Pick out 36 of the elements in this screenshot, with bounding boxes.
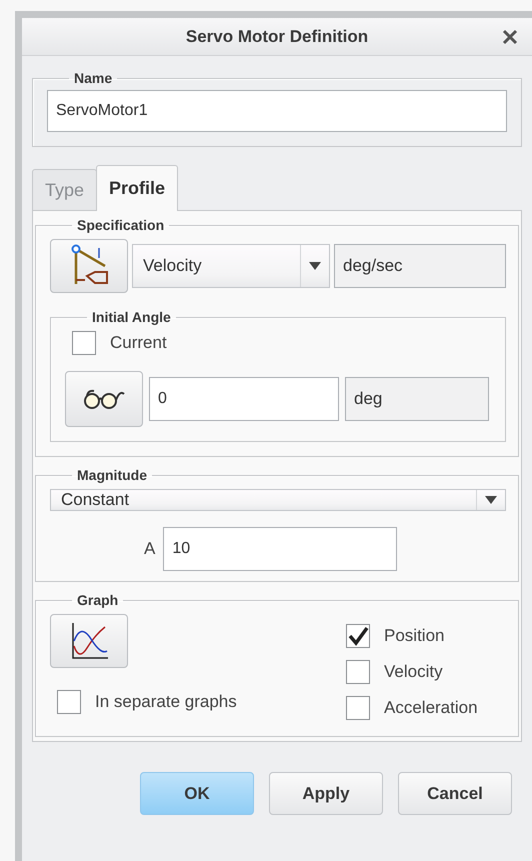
measure-button[interactable] (65, 371, 143, 427)
name-field[interactable]: ServoMotor1 (47, 90, 507, 132)
close-button[interactable] (500, 27, 520, 47)
quantity-checkbox[interactable] (346, 624, 370, 648)
angle-field[interactable]: 0 (149, 377, 339, 421)
group-label: Graph (76, 592, 120, 608)
checkbox-label: Velocity (384, 662, 443, 682)
close-icon (502, 29, 518, 45)
parameter-field[interactable]: 10 (163, 527, 398, 571)
group-label: Initial Angle (91, 309, 172, 325)
group-label: Name (73, 70, 114, 86)
checkbox-label: Acceleration (384, 698, 478, 718)
checkbox-label: Position (384, 626, 444, 646)
group-label: Magnitude (76, 467, 148, 483)
quantity-checkbox[interactable] (346, 660, 370, 684)
separate-checkbox[interactable] (57, 690, 81, 714)
dialog-button[interactable]: OK (140, 772, 254, 815)
checkbox-label: Current (110, 333, 167, 353)
quantity-checkbox[interactable] (346, 696, 370, 720)
window-title: Servo Motor Definition (186, 26, 368, 46)
profile-button[interactable] (50, 239, 128, 293)
tab[interactable]: Profile (96, 165, 178, 211)
caret-icon (485, 496, 497, 504)
unit-field: deg/sec (334, 244, 506, 288)
glasses-icon (82, 388, 126, 410)
graph-button[interactable] (50, 614, 128, 668)
current-checkbox[interactable] (72, 331, 96, 355)
checkbox-label: In separate graphs (95, 692, 237, 712)
dialog-button[interactable]: Cancel (398, 772, 512, 815)
dialog-button[interactable]: Apply (269, 772, 383, 815)
type-dropdown[interactable]: Velocity (132, 244, 330, 288)
parameter-label: A (144, 539, 156, 559)
group-label: Specification (76, 217, 166, 233)
unit-field: deg (345, 377, 489, 421)
function-dropdown[interactable]: Constant (50, 489, 506, 511)
caret-icon (309, 262, 321, 270)
